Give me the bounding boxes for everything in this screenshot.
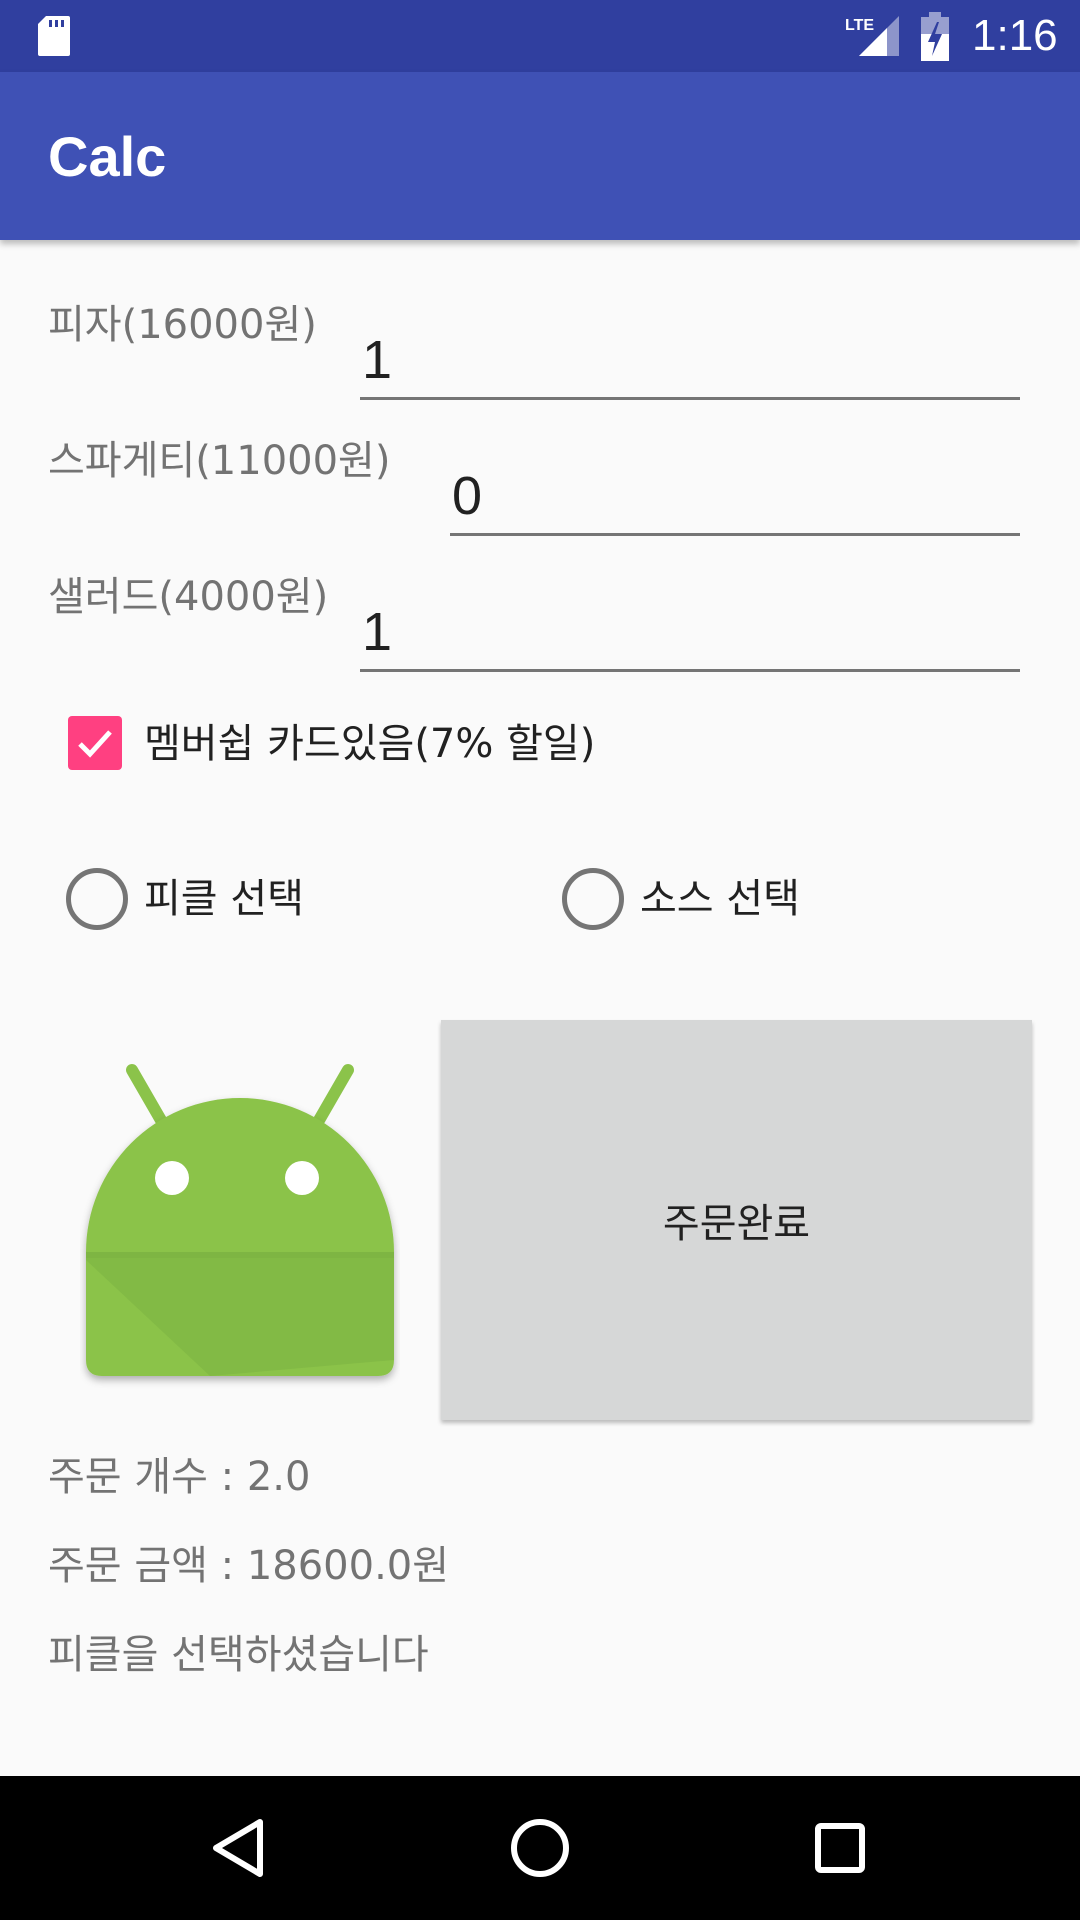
- salad-label: 샐러드(4000원): [48, 574, 329, 620]
- spaghetti-quantity-input[interactable]: 0: [450, 456, 1020, 536]
- checkmark-icon: [78, 730, 112, 758]
- order-complete-button[interactable]: 주문완료: [441, 1020, 1032, 1420]
- order-count-text: 주문 개수 : 2.0: [48, 1454, 311, 1500]
- radio-pickle-label: 피클 선택: [144, 876, 304, 922]
- selection-message-text: 피클을 선택하셨습니다: [48, 1632, 429, 1678]
- recents-square-icon[interactable]: [804, 1812, 876, 1884]
- radio-sauce-label: 소스 선택: [640, 876, 800, 922]
- app-title: Calc: [48, 125, 167, 188]
- checkbox-checked-icon[interactable]: [68, 716, 122, 770]
- android-robot-icon: [86, 1064, 394, 1376]
- membership-label: 멤버쉽 카드있음(7% 할일): [144, 721, 596, 767]
- radio-unselected-icon[interactable]: [66, 868, 128, 930]
- status-bar: LTE 1:16: [0, 0, 1080, 72]
- navigation-bar: [0, 1776, 1080, 1920]
- order-amount-text: 주문 금액 : 18600.0원: [48, 1543, 450, 1589]
- spaghetti-label: 스파게티(11000원): [48, 438, 391, 484]
- pizza-quantity-input[interactable]: 1: [360, 320, 1020, 400]
- home-circle-icon[interactable]: [504, 1812, 576, 1884]
- battery-charging-icon: [921, 12, 949, 61]
- pizza-label: 피자(16000원): [48, 302, 317, 348]
- radio-unselected-icon[interactable]: [562, 868, 624, 930]
- back-triangle-icon[interactable]: [204, 1812, 276, 1884]
- sd-card-icon: [38, 16, 70, 56]
- lte-label: LTE: [845, 17, 874, 34]
- app-bar: Calc: [0, 72, 1080, 240]
- lte-signal-icon: LTE: [845, 16, 899, 56]
- salad-quantity-input[interactable]: 1: [360, 592, 1020, 672]
- status-clock: 1:16: [972, 11, 1058, 60]
